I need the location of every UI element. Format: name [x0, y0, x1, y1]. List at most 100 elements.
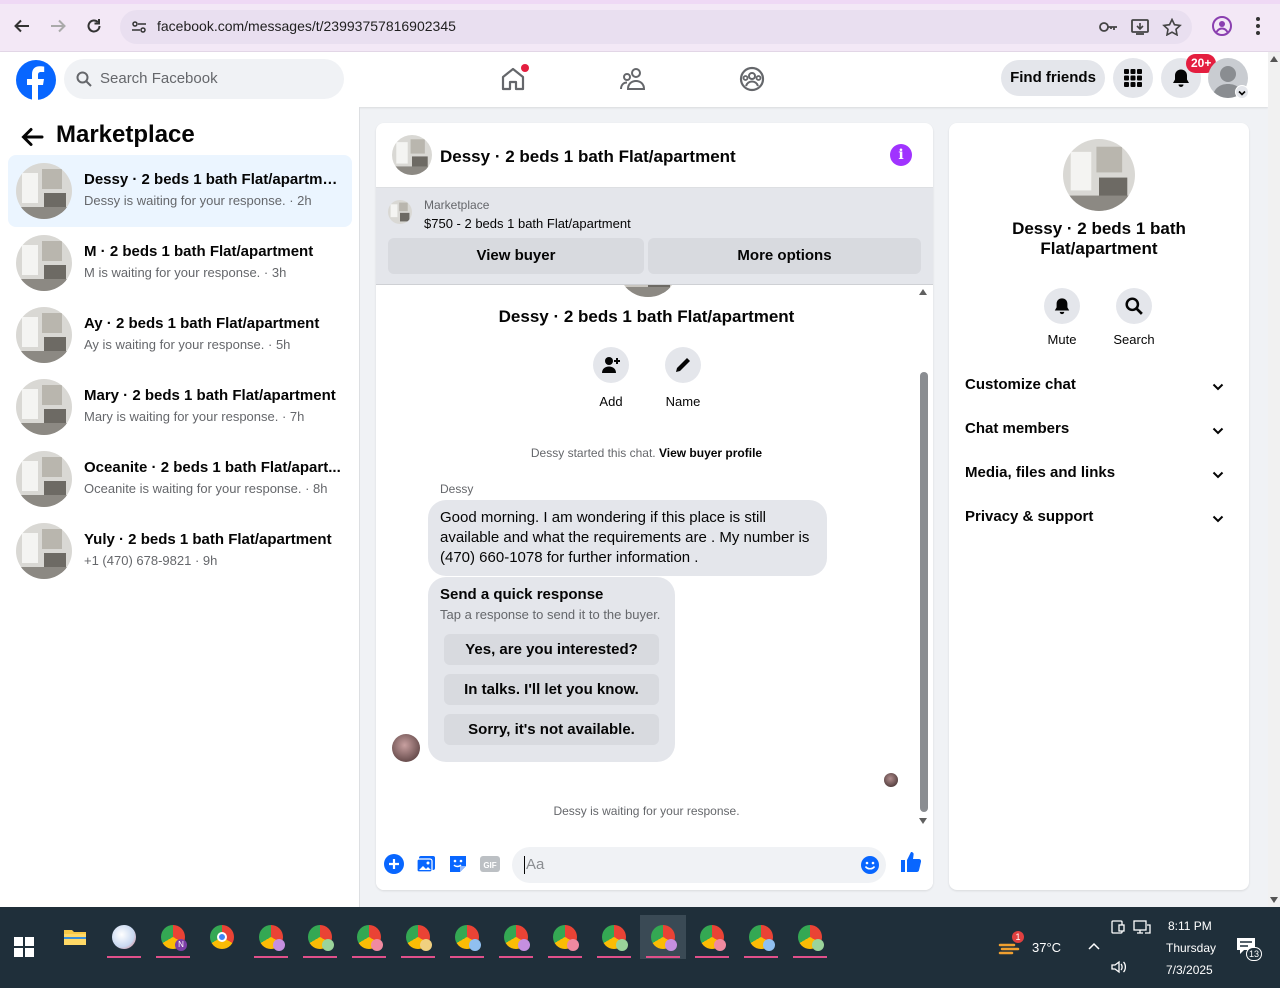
plus-circle-icon[interactable]	[383, 853, 405, 875]
privacy-support-section[interactable]: Privacy & support	[965, 508, 1233, 532]
back-icon[interactable]	[10, 14, 34, 38]
chrome-profile-icon-active[interactable]	[640, 915, 686, 959]
bookmark-star-icon[interactable]	[1162, 18, 1182, 36]
browser-menu-icon[interactable]	[1246, 14, 1270, 38]
clock-date[interactable]: 7/3/2025	[1166, 963, 1213, 977]
temperature: 37°C	[1032, 940, 1062, 955]
add-people-button[interactable]: Add	[581, 347, 641, 409]
url-text[interactable]: facebook.com/messages/t/2399375781690234…	[157, 18, 456, 34]
notification-center-button[interactable]: 13	[1236, 937, 1264, 963]
svg-text:GIF: GIF	[483, 861, 496, 870]
conversation-name: Mary · 2 beds 1 bath Flat/apartment	[84, 387, 336, 404]
windows-start-icon[interactable]	[14, 937, 34, 957]
message-input[interactable]: Aa	[512, 847, 886, 883]
conversation-item[interactable]: Yuly · 2 beds 1 bath Flat/apartment +1 (…	[8, 515, 352, 587]
facebook-header: Search Facebook Find friends 20+	[0, 52, 1268, 107]
conversation-status: Mary is waiting for your response. · 7h	[84, 409, 305, 424]
chat-header: Dessy · 2 beds 1 bath Flat/apartment i	[376, 123, 933, 188]
seen-indicator-avatar	[884, 773, 898, 787]
listing-title[interactable]: $750 - 2 beds 1 bath Flat/apartment	[424, 216, 631, 231]
conversation-item[interactable]: Oceanite · 2 beds 1 bath Flat/apart... O…	[8, 443, 352, 515]
menu-button[interactable]	[1113, 58, 1153, 98]
facebook-logo-icon[interactable]	[16, 60, 56, 100]
chrome-icon[interactable]	[199, 915, 245, 959]
paint-app-icon[interactable]	[101, 915, 147, 959]
thumbs-up-icon[interactable]	[899, 850, 923, 874]
device-icon[interactable]	[1110, 919, 1126, 935]
message-bubble[interactable]: Good morning. I am wondering if this pla…	[428, 500, 827, 576]
home-notification-dot	[521, 64, 529, 72]
chrome-profile-icon[interactable]	[738, 915, 784, 959]
chrome-profile-icon[interactable]	[542, 915, 588, 959]
view-buyer-profile-link[interactable]: View buyer profile	[659, 446, 762, 460]
conversation-status: +1 (470) 678-9821 · 9h	[84, 553, 218, 568]
site-settings-icon[interactable]	[130, 18, 148, 36]
conversation-item[interactable]: Dessy · 2 beds 1 bath Flat/apartment Des…	[8, 155, 352, 227]
chevron-up-icon[interactable]	[1087, 941, 1101, 951]
more-options-button[interactable]: More options	[648, 238, 921, 274]
name-chat-button[interactable]: Name	[653, 347, 713, 409]
volume-icon[interactable]	[1110, 959, 1128, 975]
info-icon[interactable]: i	[890, 144, 912, 166]
page-scrollbar[interactable]	[1268, 52, 1280, 907]
emoji-icon[interactable]	[860, 855, 880, 875]
chrome-profile-icon[interactable]	[248, 915, 294, 959]
quick-response-option[interactable]: Yes, are you interested?	[444, 634, 659, 665]
weather-widget[interactable]: 1 37°C	[998, 931, 1068, 961]
account-chevron-icon[interactable]	[1235, 85, 1249, 99]
install-app-icon[interactable]	[1130, 18, 1150, 36]
search-label: Search	[1113, 332, 1155, 347]
sidebar-title: Marketplace	[56, 121, 195, 148]
chrome-profile-icon[interactable]	[346, 915, 392, 959]
chat-members-section[interactable]: Chat members	[965, 420, 1233, 444]
conversation-name: Oceanite · 2 beds 1 bath Flat/apart...	[84, 459, 341, 476]
conversation-item[interactable]: Ay · 2 beds 1 bath Flat/apartment Ay is …	[8, 299, 352, 371]
password-key-icon[interactable]	[1098, 18, 1118, 36]
chrome-profile-icon[interactable]	[297, 915, 343, 959]
file-explorer-icon[interactable]	[52, 915, 98, 959]
sticker-icon[interactable]	[447, 853, 469, 875]
name-label: Name	[665, 394, 701, 409]
clock-time[interactable]: 8:11 PM	[1168, 919, 1212, 933]
quick-response-option[interactable]: In talks. I'll let you know.	[444, 674, 659, 705]
intro-avatar	[620, 285, 676, 297]
listing-thumbnail	[16, 163, 72, 219]
clock-day[interactable]: Thursday	[1166, 941, 1216, 955]
chrome-profile-icon[interactable]	[444, 915, 490, 959]
groups-icon[interactable]	[738, 65, 766, 93]
back-arrow-icon[interactable]	[18, 123, 46, 151]
conversation-item[interactable]: Mary · 2 beds 1 bath Flat/apartment Mary…	[8, 371, 352, 443]
search-chat-button[interactable]: Search	[1104, 288, 1164, 347]
chrome-profile-icon[interactable]	[689, 915, 735, 959]
marketplace-label: Marketplace	[424, 198, 490, 212]
chat-title[interactable]: Dessy · 2 beds 1 bath Flat/apartment	[440, 147, 736, 167]
search-placeholder: Search Facebook	[100, 70, 218, 87]
listing-thumbnail	[16, 523, 72, 579]
find-friends-button[interactable]: Find friends	[1001, 60, 1105, 96]
friends-icon[interactable]	[619, 65, 647, 93]
sender-avatar[interactable]	[392, 734, 420, 762]
chrome-profile-icon[interactable]	[493, 915, 539, 959]
chrome-profile-icon[interactable]: N	[150, 915, 196, 959]
mute-button[interactable]: Mute	[1032, 288, 1092, 347]
listing-thumbnail	[16, 307, 72, 363]
address-bar[interactable]: facebook.com/messages/t/2399375781690234…	[120, 10, 1192, 44]
chrome-profile-icon[interactable]	[395, 915, 441, 959]
quick-response-option[interactable]: Sorry, it's not available.	[444, 714, 659, 745]
profile-icon[interactable]	[1210, 14, 1234, 38]
search-facebook-input[interactable]: Search Facebook	[64, 59, 344, 99]
section-label: Privacy & support	[965, 508, 1094, 525]
reload-icon[interactable]	[82, 14, 106, 38]
chrome-profile-icon[interactable]	[787, 915, 833, 959]
network-icon[interactable]	[1133, 919, 1151, 935]
chat-avatar[interactable]	[392, 135, 432, 175]
media-files-links-section[interactable]: Media, files and links	[965, 464, 1233, 488]
customize-chat-section[interactable]: Customize chat	[965, 376, 1233, 400]
conversation-item[interactable]: M · 2 beds 1 bath Flat/apartment M is wa…	[8, 227, 352, 299]
view-buyer-button[interactable]: View buyer	[388, 238, 644, 274]
chrome-profile-icon[interactable]	[591, 915, 637, 959]
gif-icon[interactable]: GIF	[479, 853, 501, 875]
photo-icon[interactable]	[415, 853, 437, 875]
chat-scrollbar-thumb[interactable]	[920, 372, 928, 812]
forward-icon[interactable]	[46, 14, 70, 38]
